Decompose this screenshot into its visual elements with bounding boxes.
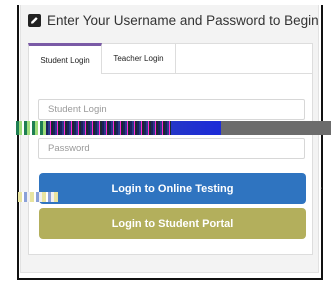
login-online-testing-label: Login to Online Testing xyxy=(111,182,234,195)
login-student-portal-label: Login to Student Portal xyxy=(111,217,234,230)
edit-icon xyxy=(28,13,41,27)
login-header: Enter Your Username and Password to Begi… xyxy=(28,10,319,30)
username-input[interactable] xyxy=(38,99,305,120)
password-input[interactable] xyxy=(38,138,305,159)
render-artifact xyxy=(16,121,331,135)
login-tabs: Student Login Teacher Login xyxy=(28,43,176,74)
tab-divider xyxy=(176,73,313,74)
tab-teacher-login[interactable]: Teacher Login xyxy=(102,43,176,74)
tab-student-login[interactable]: Student Login xyxy=(28,43,102,74)
render-artifact-small xyxy=(18,192,58,202)
cursor-artifact: · xyxy=(320,185,323,192)
header-title: Enter Your Username and Password to Begi… xyxy=(47,12,319,28)
login-student-portal-button[interactable]: Login to Student Portal xyxy=(39,208,306,239)
login-online-testing-button[interactable]: Login to Online Testing xyxy=(39,173,306,204)
